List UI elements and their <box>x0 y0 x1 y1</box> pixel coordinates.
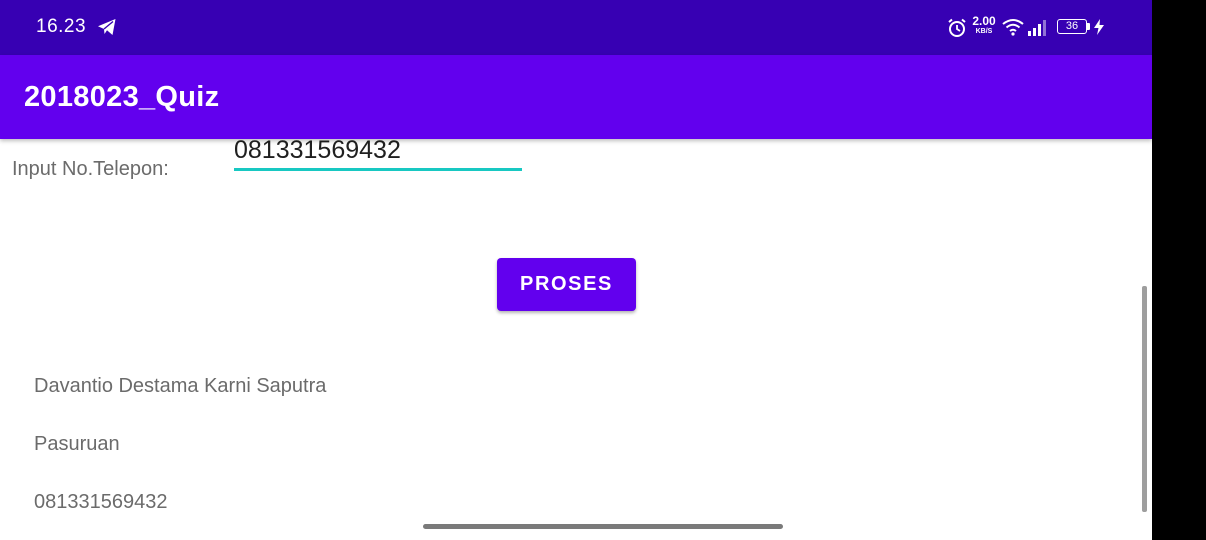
result-phone: 081331569432 <box>34 491 168 513</box>
network-speed-value: 2.00 <box>972 14 996 28</box>
result-city: Pasuruan <box>34 433 120 455</box>
charging-bolt-icon <box>1094 19 1104 35</box>
battery-icon: 36 <box>1057 19 1087 34</box>
network-speed: 2.00 KB/S <box>969 15 999 35</box>
status-bar: 16.23 2.00 KB/S 36 <box>0 0 1152 55</box>
battery-tip <box>1087 23 1090 30</box>
app-bar: 2018023_Quiz <box>0 55 1152 139</box>
alarm-icon <box>948 18 966 37</box>
status-time: 16.23 <box>36 16 87 37</box>
telegram-icon <box>98 19 116 35</box>
battery-level: 36 <box>1065 20 1079 32</box>
result-name: Davantio Destama Karni Saputra <box>34 375 327 397</box>
phone-label: Input No.Telepon: <box>12 158 169 180</box>
home-indicator[interactable] <box>423 524 783 529</box>
scrollbar-thumb[interactable] <box>1142 286 1147 512</box>
signal-icon <box>1028 20 1046 36</box>
app-title: 2018023_Quiz <box>24 81 220 113</box>
app-screen: 16.23 2.00 KB/S 36 2018023_Quiz Input No… <box>0 0 1152 540</box>
network-speed-unit: KB/S <box>975 28 993 35</box>
proses-button[interactable]: PROSES <box>497 258 636 311</box>
wifi-icon <box>1002 19 1024 36</box>
